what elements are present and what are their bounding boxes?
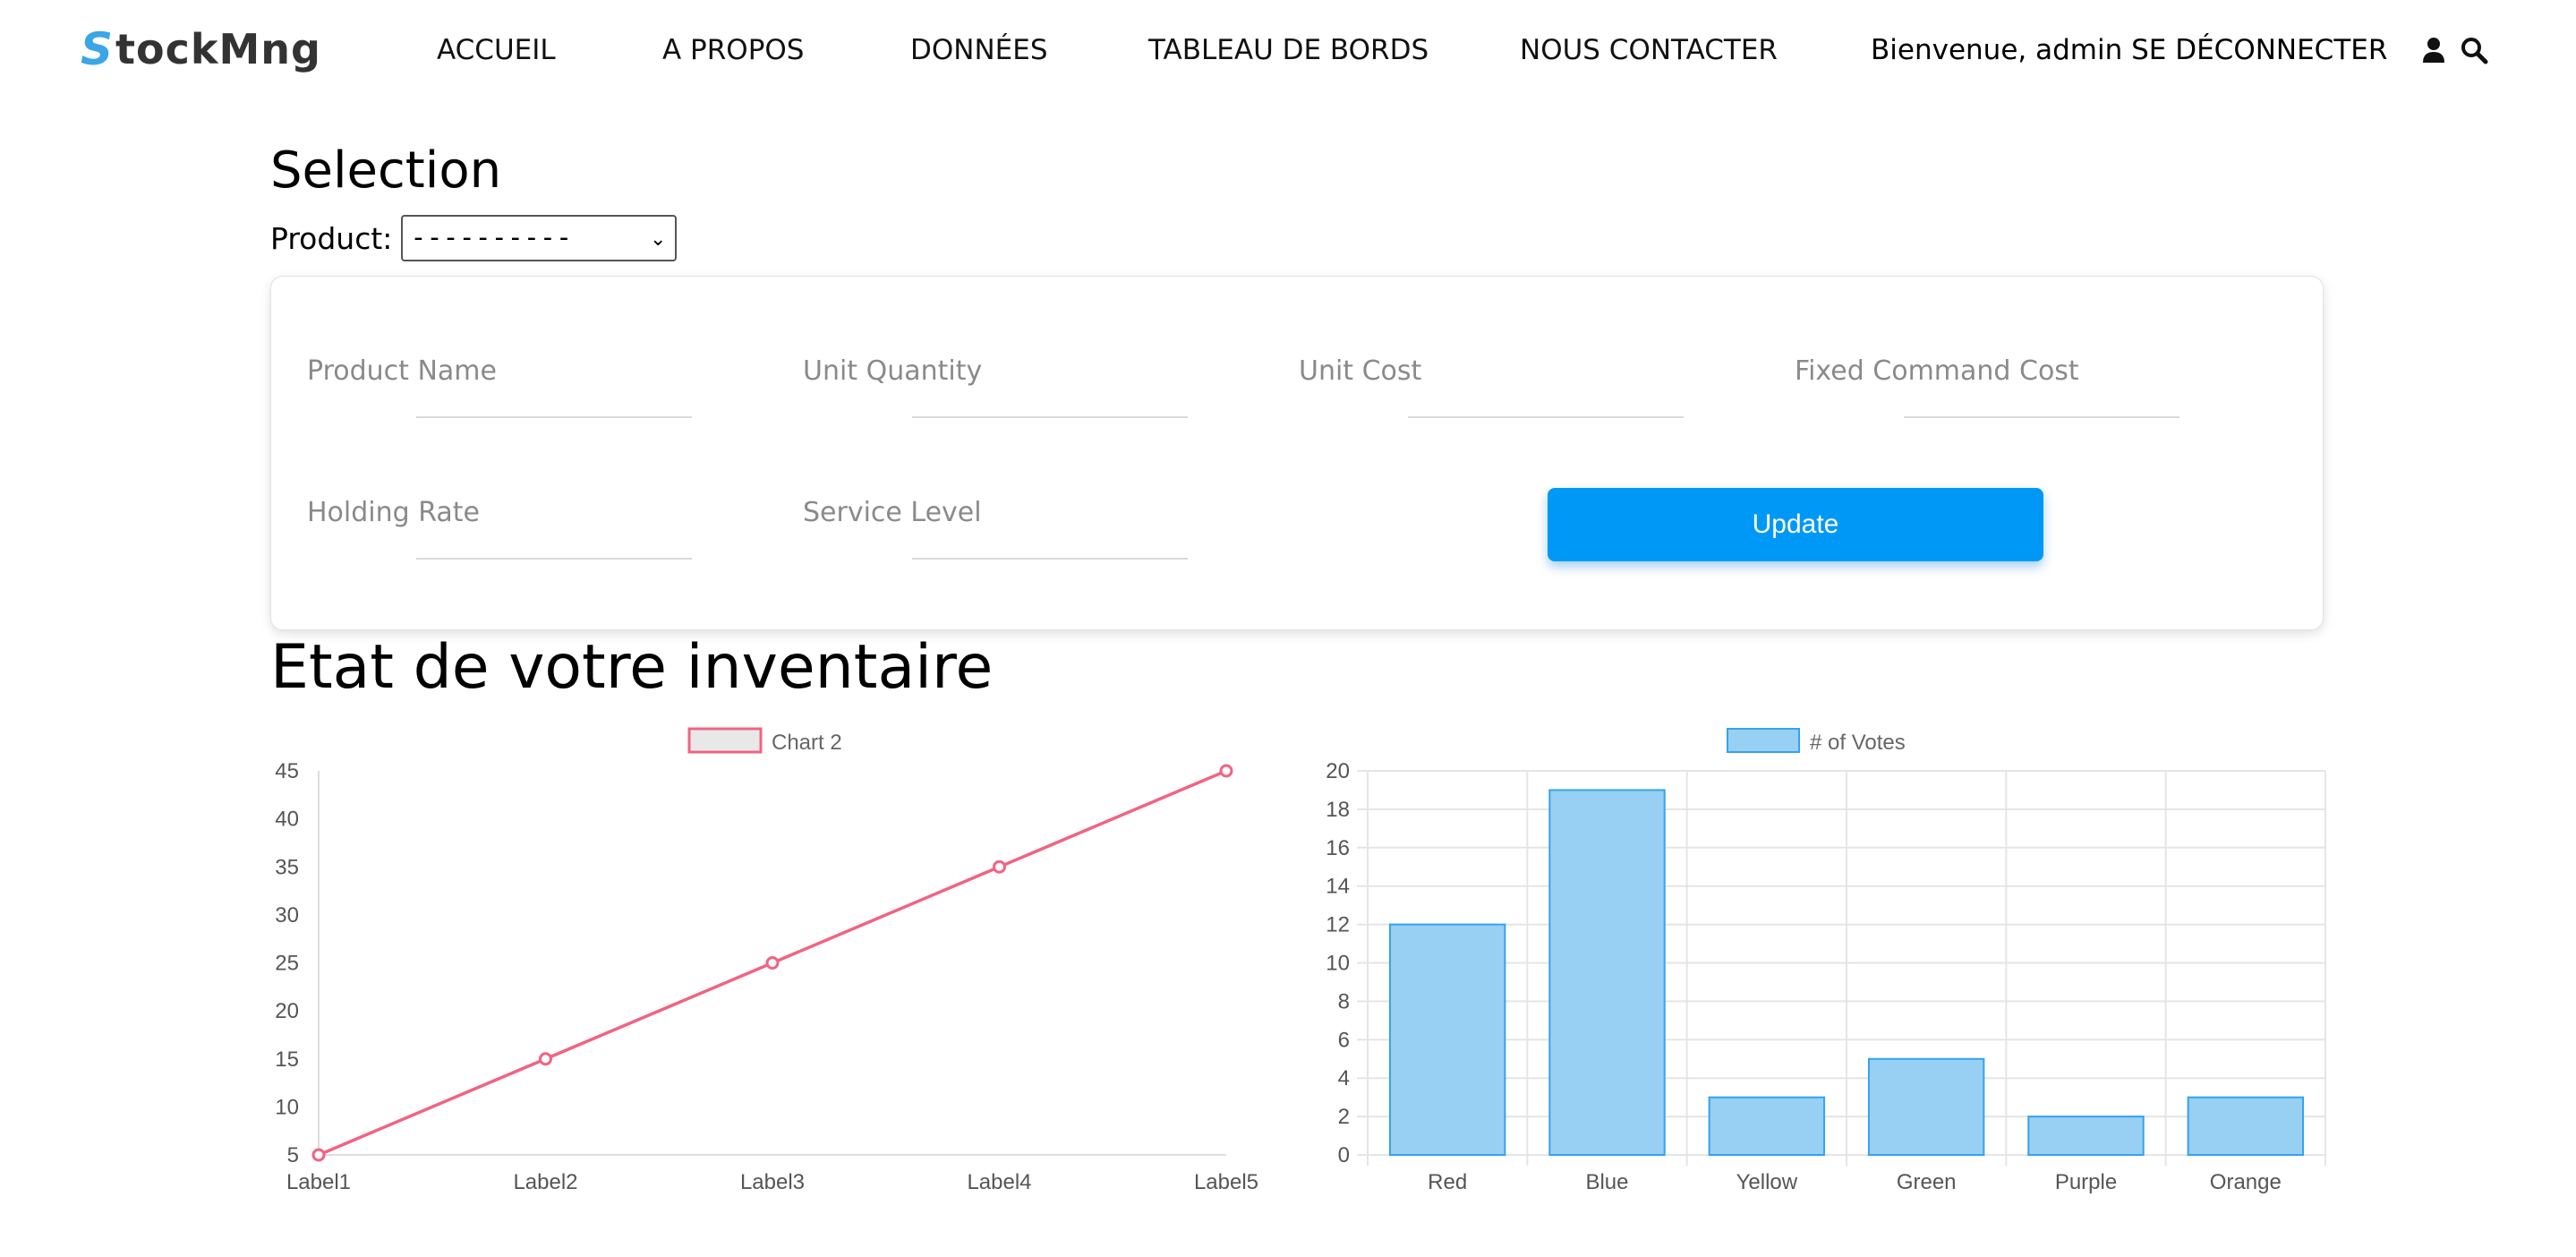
- logo[interactable]: S tockMng: [81, 23, 321, 75]
- y-tick-label: 35: [275, 855, 299, 879]
- nav-nous-contacter[interactable]: NOUS CONTACTER: [1520, 34, 1778, 66]
- unit-quantity-label: Unit Quantity: [803, 355, 983, 387]
- y-tick-label: 10: [275, 1095, 299, 1119]
- bar: [1708, 1096, 1826, 1156]
- holding-rate-input[interactable]: [416, 558, 692, 560]
- logo-text: tockMng: [115, 25, 321, 73]
- x-tick-label: Label4: [967, 1170, 1031, 1194]
- logo-s-mark: S: [81, 23, 115, 75]
- nav-a-propos[interactable]: A PROPOS: [662, 34, 804, 66]
- x-tick-label: Yellow: [1736, 1170, 1798, 1194]
- data-point: [1219, 764, 1233, 778]
- y-tick-label: 30: [275, 903, 299, 928]
- x-tick-label: Blue: [1585, 1170, 1628, 1194]
- nav-accueil[interactable]: ACCUEIL: [437, 34, 556, 66]
- holding-rate-field[interactable]: Holding Rate: [307, 497, 719, 560]
- x-tick-label: Orange: [2210, 1170, 2282, 1194]
- service-level-label: Service Level: [803, 497, 982, 528]
- x-tick-label: Red: [1428, 1170, 1467, 1194]
- product-form-card: Product Name Unit Quantity Unit Cost Fix…: [270, 276, 2324, 630]
- legend-label: # of Votes: [1810, 731, 1906, 755]
- legend-label: Chart 2: [772, 731, 842, 755]
- unit-cost-label: Unit Cost: [1299, 355, 1422, 387]
- service-level-field[interactable]: Service Level: [803, 497, 1215, 560]
- selection-heading: Selection: [270, 141, 502, 200]
- y-tick-label: 25: [275, 952, 299, 976]
- y-tick-label: 40: [275, 808, 299, 832]
- y-tick-label: 20: [1326, 759, 1350, 783]
- x-tick-label: Label3: [740, 1170, 805, 1194]
- x-tick-label: Purple: [2055, 1170, 2117, 1194]
- product-name-input[interactable]: [416, 416, 692, 418]
- data-point: [539, 1052, 552, 1066]
- bar-chart: # of Votes 0 2 4 6 8 10 12 14 16 18 20 Red Blue Yellow…: [1326, 728, 2326, 1194]
- y-tick-label: 12: [1326, 913, 1350, 937]
- x-tick-label: Label2: [513, 1170, 577, 1194]
- data-point: [993, 859, 1006, 874]
- product-name-label: Product Name: [307, 355, 497, 387]
- holding-rate-label: Holding Rate: [307, 497, 481, 528]
- inventory-heading: Etat de votre inventaire: [270, 632, 994, 703]
- product-name-field[interactable]: Product Name: [307, 355, 719, 418]
- product-label: Product:: [270, 220, 393, 256]
- unit-quantity-input[interactable]: [912, 416, 1188, 418]
- fixed-command-cost-field[interactable]: Fixed Command Cost: [1795, 355, 2206, 418]
- data-point: [765, 956, 780, 970]
- y-tick-label: 20: [275, 999, 299, 1023]
- y-tick-label: 16: [1326, 836, 1350, 860]
- legend-swatch: [687, 727, 763, 754]
- fixed-command-cost-label: Fixed Command Cost: [1795, 355, 2079, 387]
- chevron-down-icon: ⌄: [649, 228, 667, 251]
- y-tick-label: 5: [287, 1143, 299, 1167]
- fixed-command-cost-input[interactable]: [1904, 416, 2179, 418]
- bar: [1388, 923, 1506, 1156]
- bar: [1867, 1057, 1985, 1156]
- navbar: S tockMng ACCUEIL A PROPOS DONNÉES TABLE…: [0, 0, 2576, 106]
- product-select[interactable]: ---------- ⌄: [401, 215, 678, 261]
- bar: [1548, 789, 1666, 1156]
- x-tick-label: Label5: [1194, 1170, 1258, 1194]
- search-icon[interactable]: [2460, 36, 2488, 64]
- welcome-block: Bienvenue, admin SE DÉCONNECTER: [1871, 34, 2387, 66]
- nav-donnees[interactable]: DONNÉES: [910, 34, 1048, 66]
- y-tick-label: 45: [275, 759, 299, 783]
- y-tick-label: 14: [1326, 875, 1350, 899]
- unit-quantity-field[interactable]: Unit Quantity: [803, 355, 1215, 418]
- nav-tableau-de-bords[interactable]: TABLEAU DE BORDS: [1148, 34, 1429, 66]
- product-select-value: ----------: [410, 222, 573, 253]
- unit-cost-input[interactable]: [1408, 416, 1684, 418]
- data-point: [311, 1148, 326, 1162]
- product-row: Product: ---------- ⌄: [270, 215, 678, 261]
- y-tick-label: 4: [1338, 1066, 1350, 1090]
- y-tick-label: 0: [1338, 1143, 1350, 1167]
- x-tick-label: Green: [1897, 1170, 1957, 1194]
- y-tick-label: 2: [1338, 1105, 1350, 1129]
- welcome-text: Bienvenue, admin: [1871, 34, 2123, 66]
- update-button[interactable]: Update: [1548, 488, 2043, 561]
- user-icon[interactable]: [2420, 36, 2447, 64]
- y-tick-label: 10: [1326, 952, 1350, 976]
- unit-cost-field[interactable]: Unit Cost: [1299, 355, 1710, 418]
- logout-link[interactable]: SE DÉCONNECTER: [2131, 34, 2387, 66]
- y-tick-label: 18: [1326, 798, 1350, 822]
- y-tick-label: 6: [1338, 1028, 1350, 1052]
- line-chart: Chart 2 5 10 15 20 25 30 35 40 45 Label1 Label2 Labe…: [275, 727, 1258, 1194]
- x-tick-label: Label1: [286, 1170, 351, 1194]
- service-level-input[interactable]: [912, 558, 1188, 560]
- y-tick-label: 8: [1338, 989, 1350, 1013]
- bar: [2027, 1116, 2145, 1157]
- legend-swatch: [1727, 728, 1800, 753]
- bar: [2187, 1096, 2305, 1156]
- y-tick-label: 15: [275, 1048, 299, 1072]
